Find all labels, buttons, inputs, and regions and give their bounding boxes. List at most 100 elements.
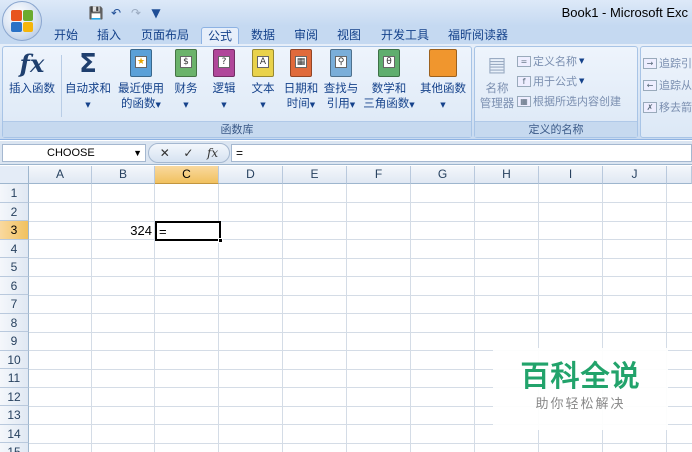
function-library-group: fx 插入函数 Σ 自动求和 ▼ ★ 最近使用 的函数▼ $ 财务 ▼ ? 逻辑	[2, 46, 472, 138]
use-in-formula-button[interactable]: f 用于公式 ▼	[517, 73, 584, 89]
column-header-e[interactable]: E	[283, 166, 347, 184]
watermark: 百科全说 助你轻松解决	[493, 348, 668, 430]
redo-icon[interactable]: ↷	[128, 5, 144, 21]
more-functions-books-icon	[429, 49, 457, 79]
financial-book-icon: $	[172, 49, 200, 79]
fx-icon: fx	[19, 49, 45, 78]
column-header-i[interactable]: I	[539, 166, 603, 184]
date-time-button[interactable]: ▦ 日期和 时间▼	[281, 49, 321, 113]
create-from-selection-button[interactable]: ▦ 根据所选内容创建	[517, 93, 621, 109]
insert-function-icon[interactable]: fx	[207, 146, 218, 160]
column-header-a[interactable]: A	[29, 166, 92, 184]
row-header-7[interactable]: 7	[0, 295, 29, 314]
logical-book-icon: ?	[210, 49, 238, 79]
text-button[interactable]: A 文本 ▼	[246, 49, 280, 113]
column-header-c[interactable]: C	[155, 166, 219, 184]
column-header-g[interactable]: G	[411, 166, 475, 184]
row-header-9[interactable]: 9	[0, 332, 29, 351]
more-functions-button[interactable]: 其他函数 ▼	[417, 49, 469, 113]
lookup-reference-button[interactable]: ⚲ 查找与 引用▼	[321, 49, 361, 113]
formula-input[interactable]: =	[231, 144, 692, 162]
save-icon[interactable]: 💾	[88, 5, 104, 21]
active-cell-c3[interactable]: =	[155, 221, 223, 243]
formula-bar: CHOOSE ▼ ✕ ✓ fx =	[0, 141, 692, 165]
row-header-10[interactable]: 10	[0, 350, 29, 369]
row-header-2[interactable]: 2	[0, 202, 29, 221]
select-all-corner[interactable]	[0, 166, 29, 184]
ribbon-tabs: 开始 插入 页面布局 公式 数据 审阅 视图 开发工具 福昕阅读器	[0, 26, 692, 44]
row-header-4[interactable]: 4	[0, 239, 29, 258]
row-header-6[interactable]: 6	[0, 276, 29, 295]
enter-icon[interactable]: ✓	[183, 146, 193, 160]
office-button[interactable]	[2, 1, 42, 41]
financial-button[interactable]: $ 财务 ▼	[169, 49, 203, 113]
tab-data[interactable]: 数据	[247, 27, 279, 44]
chevron-down-icon[interactable]: ▼	[133, 145, 142, 161]
row-header-14[interactable]: 14	[0, 424, 29, 443]
chevron-down-icon: ▼	[85, 101, 91, 109]
column-header-f[interactable]: F	[347, 166, 411, 184]
row-header-1[interactable]: 1	[0, 184, 29, 203]
row-header-8[interactable]: 8	[0, 313, 29, 332]
column-header-h[interactable]: H	[475, 166, 539, 184]
column-header-j[interactable]: J	[603, 166, 667, 184]
trace-dependents-button[interactable]: ← 追踪从	[643, 77, 692, 93]
defined-names-label: 定义的名称	[475, 121, 637, 137]
recently-used-button[interactable]: ★ 最近使用 的函数▼	[115, 49, 167, 113]
tab-home[interactable]: 开始	[50, 27, 82, 44]
trace-precedents-button[interactable]: → 追踪引	[643, 55, 692, 71]
tab-formulas[interactable]: 公式	[201, 27, 239, 44]
define-name-icon: =	[517, 55, 531, 67]
column-header-d[interactable]: D	[219, 166, 283, 184]
watermark-subtitle: 助你轻松解决	[535, 397, 626, 412]
title-bar: 💾 ↶ ↷ ▼ Book1 - Microsoft Exc	[0, 0, 692, 26]
name-manager-icon: ▤	[487, 52, 507, 76]
watermark-title: 百科全说	[520, 359, 641, 393]
office-logo-icon	[11, 10, 33, 32]
row-header-11[interactable]: 11	[0, 369, 29, 388]
row-gridline	[29, 331, 692, 333]
cancel-icon[interactable]: ✕	[160, 146, 170, 160]
tab-page-layout[interactable]: 页面布局	[137, 27, 193, 44]
autosum-button[interactable]: Σ 自动求和 ▼	[63, 49, 113, 113]
row-header-12[interactable]: 12	[0, 387, 29, 406]
undo-icon[interactable]: ↶	[108, 5, 124, 21]
column-header-partial[interactable]	[667, 166, 692, 184]
row-gridline	[29, 276, 692, 277]
row-gridline	[29, 313, 692, 314]
cell-b3[interactable]: 324	[92, 222, 154, 240]
insert-function-button[interactable]: fx 插入函数	[6, 49, 58, 96]
fill-handle[interactable]	[218, 238, 223, 243]
row-header-3[interactable]: 3	[0, 221, 29, 240]
customize-icon[interactable]: ▼	[148, 5, 164, 21]
name-manager-button[interactable]: ▤ 名称 管理器	[477, 49, 517, 111]
name-box[interactable]: CHOOSE ▼	[2, 144, 146, 162]
formula-auditing-group: → 追踪引 ← 追踪从 ✗ 移去箭	[640, 46, 692, 138]
row-header-13[interactable]: 13	[0, 406, 29, 425]
excel-window: 💾 ↶ ↷ ▼ Book1 - Microsoft Exc 开始 插入 页面布局…	[0, 0, 692, 452]
column-gridline	[410, 184, 411, 452]
row-gridline	[29, 442, 692, 444]
defined-names-group: ▤ 名称 管理器 = 定义名称 ▼ f 用于公式 ▼ ▦ 根据所选内容创建 定义的名称	[474, 46, 638, 138]
define-name-button[interactable]: = 定义名称 ▼	[517, 53, 584, 69]
cell-c3-content: =	[159, 224, 167, 239]
quick-access-toolbar: 💾 ↶ ↷ ▼	[46, 4, 164, 22]
tab-review[interactable]: 审阅	[290, 27, 322, 44]
tab-developer[interactable]: 开发工具	[377, 27, 433, 44]
logical-button[interactable]: ? 逻辑 ▼	[207, 49, 241, 113]
remove-arrows-button[interactable]: ✗ 移去箭	[643, 99, 692, 115]
math-trig-button[interactable]: θ 数学和 三角函数▼	[363, 49, 415, 113]
tab-view[interactable]: 视图	[333, 27, 365, 44]
row-header-15[interactable]: 15	[0, 443, 29, 452]
lookup-book-icon: ⚲	[327, 49, 355, 79]
trace-dependents-icon: ←	[643, 79, 657, 91]
function-library-label: 函数库	[3, 121, 471, 137]
ribbon: fx 插入函数 Σ 自动求和 ▼ ★ 最近使用 的函数▼ $ 财务 ▼ ? 逻辑	[0, 44, 692, 140]
tab-foxit-reader[interactable]: 福昕阅读器	[444, 27, 512, 44]
column-gridline	[346, 184, 347, 452]
row-gridline	[29, 202, 692, 203]
tab-insert[interactable]: 插入	[93, 27, 125, 44]
row-header-5[interactable]: 5	[0, 258, 29, 277]
math-book-icon: θ	[375, 49, 403, 79]
column-header-b[interactable]: B	[92, 166, 155, 184]
